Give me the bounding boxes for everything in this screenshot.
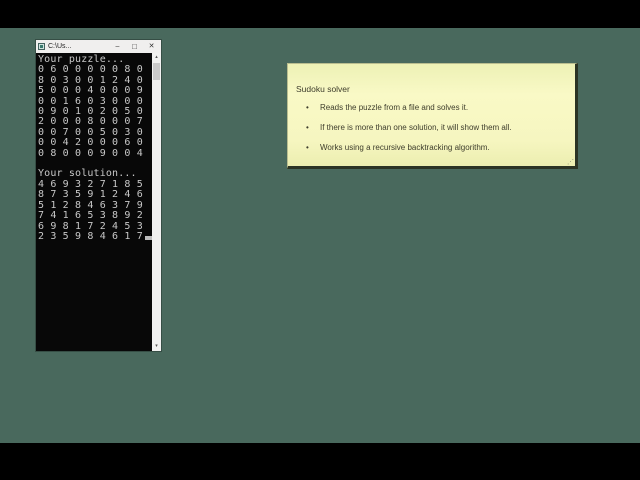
console-output: Your puzzle... 0 6 0 0 0 0 0 8 08 0 3 0 0… — [36, 53, 152, 351]
bullet-icon: • — [306, 103, 309, 112]
scrollbar-thumb[interactable] — [153, 63, 160, 80]
scroll-down-icon[interactable]: ▾ — [152, 342, 161, 350]
list-item: • Reads the puzzle from a file and solve… — [306, 103, 575, 113]
list-item: • Works using a recursive backtracking a… — [306, 143, 575, 153]
note-title: Sudoku solver — [296, 84, 350, 94]
scroll-up-icon[interactable]: ▴ — [152, 53, 161, 61]
note-bullet-list: • Reads the puzzle from a file and solve… — [288, 103, 575, 153]
cmd-app-icon — [38, 43, 45, 50]
bullet-icon: • — [306, 123, 309, 132]
video-frame: { "window": { "title": "C:\\Us...", "con… — [0, 0, 640, 480]
console-line: 7 4 1 6 5 3 8 9 2 — [38, 210, 143, 222]
bullet-icon: • — [306, 143, 309, 152]
maximize-button[interactable]: □ — [126, 40, 143, 53]
close-button[interactable]: ✕ — [143, 40, 160, 53]
letterbox-top — [0, 0, 640, 28]
sticky-note: Sudoku solver • Reads the puzzle from a … — [287, 63, 578, 169]
vertical-scrollbar[interactable]: ▴ ▾ — [152, 53, 161, 351]
desktop-background: C:\Us... – □ ✕ Your puzzle... 0 6 0 0 0 0… — [0, 28, 640, 443]
console-line: 2 3 5 9 8 4 6 1 7 — [38, 231, 152, 242]
bullet-text: Works using a recursive backtracking alg… — [320, 143, 490, 152]
window-title: C:\Us... — [48, 43, 72, 50]
bullet-text: If there is more than one solution, it w… — [320, 123, 512, 132]
console-body: Your puzzle... 0 6 0 0 0 0 0 8 08 0 3 0 0… — [36, 53, 161, 351]
letterbox-bottom — [0, 443, 640, 480]
text-cursor — [144, 235, 152, 240]
minimize-button[interactable]: – — [109, 40, 126, 53]
console-window[interactable]: C:\Us... – □ ✕ Your puzzle... 0 6 0 0 0 0… — [36, 40, 161, 351]
list-item: • If there is more than one solution, it… — [306, 123, 575, 133]
console-line: 0 8 0 0 0 9 0 0 4 — [38, 147, 143, 159]
console-titlebar[interactable]: C:\Us... – □ ✕ — [36, 40, 161, 53]
resize-grip-icon[interactable]: ⋰ — [567, 159, 574, 166]
bullet-text: Reads the puzzle from a file and solves … — [320, 103, 469, 112]
